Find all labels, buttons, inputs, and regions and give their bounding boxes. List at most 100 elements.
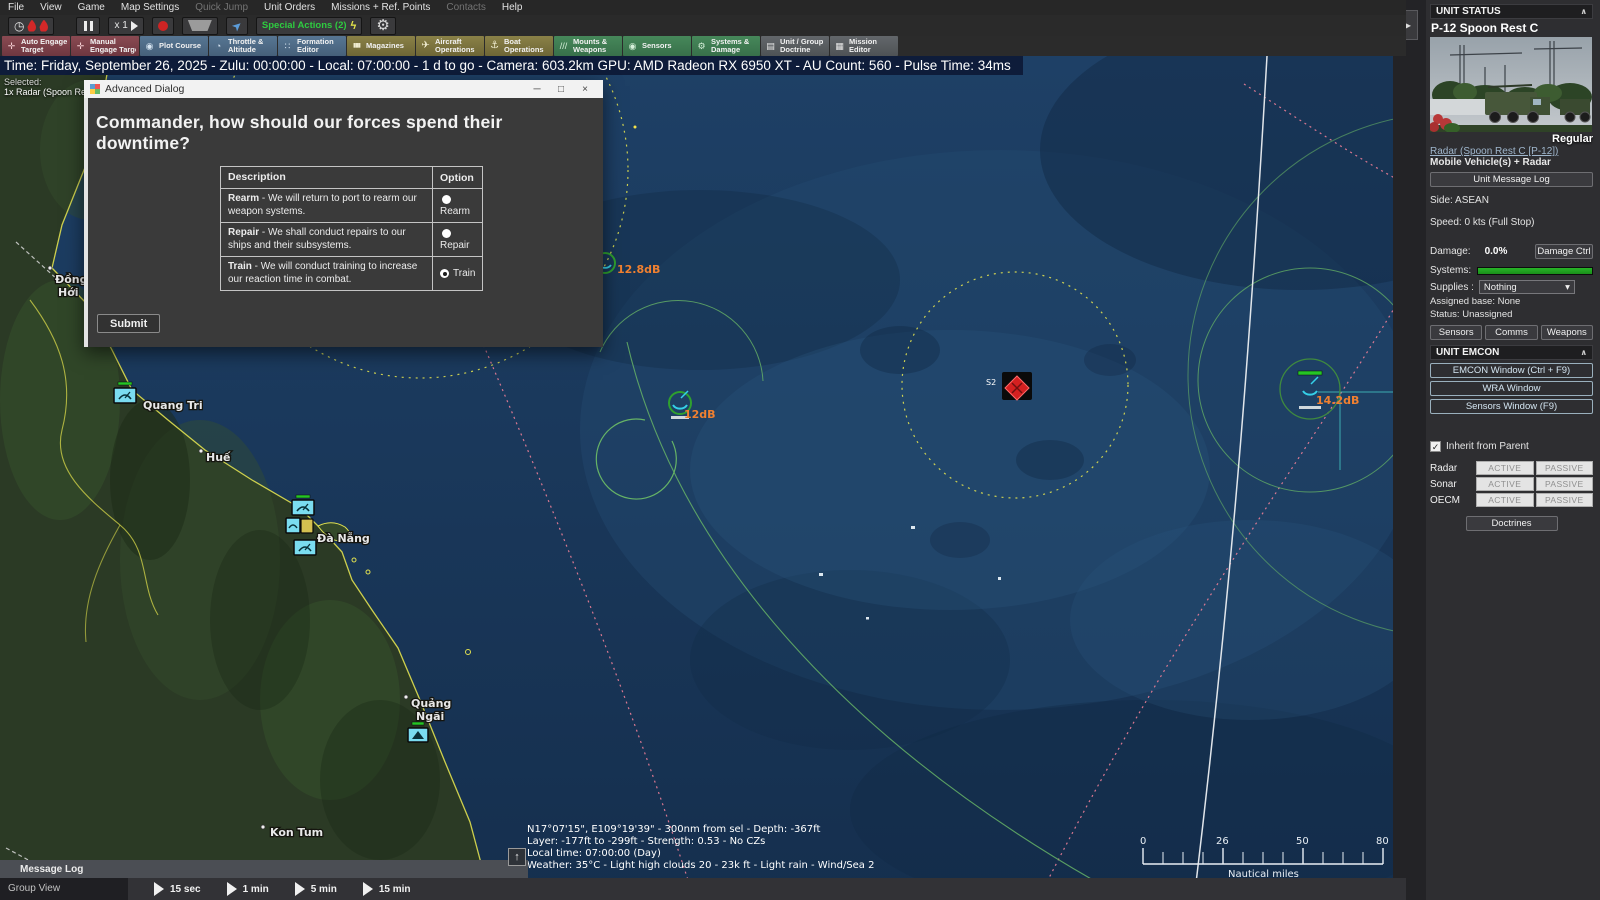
time-compression-group[interactable]: ◷: [8, 17, 54, 35]
speed-button[interactable]: x 1: [108, 17, 143, 35]
group-view-button[interactable]: Group View: [0, 878, 128, 900]
oecm-active-button[interactable]: ACTIVE: [1476, 493, 1534, 507]
systems-health-bar: [1477, 267, 1593, 275]
special-actions-button[interactable]: Special Actions (2) ϟ: [256, 17, 362, 35]
message-log-bar[interactable]: Message Log: [0, 860, 528, 878]
menu-game[interactable]: Game: [70, 0, 113, 15]
mission-editor-button[interactable]: ▦ MissionEditor: [830, 36, 898, 56]
train-radio-label: Train: [453, 268, 475, 279]
repair-radio-label: Repair: [440, 240, 475, 251]
plot-course-icon: ◉: [143, 42, 156, 51]
emcon-oecm-label: OECM: [1430, 495, 1474, 506]
inherit-checkbox[interactable]: ✓: [1430, 441, 1441, 452]
sensors-button[interactable]: ◉ Sensors: [623, 36, 691, 56]
menu-help[interactable]: Help: [494, 0, 531, 15]
dialog-titlebar[interactable]: Advanced Dialog ─ □ ×: [84, 80, 603, 98]
unit-group-doctrine-button[interactable]: ▤ Unit / GroupDoctrine: [761, 36, 829, 56]
unit-status-panel: ▶ UNIT STATUS ∧ P-12 Spoon Rest C: [1393, 0, 1600, 900]
radar-passive-button[interactable]: PASSIVE: [1536, 461, 1594, 475]
submit-button[interactable]: Submit: [97, 314, 160, 333]
damage-ctrl-button[interactable]: Damage Ctrl: [1535, 244, 1593, 259]
menu-view[interactable]: View: [32, 0, 70, 15]
aircraft-operations-button[interactable]: ✈ AircraftOperations: [416, 36, 484, 56]
unit-emcon-header[interactable]: UNIT EMCON ∧: [1430, 345, 1593, 360]
repair-radio[interactable]: [442, 229, 451, 238]
systems-gear-icon: ⚙: [695, 42, 708, 51]
damage-value: 0.0%: [1485, 246, 1535, 257]
formation-editor-button[interactable]: ∷ FormationEditor: [278, 36, 346, 56]
lightning-icon: ϟ: [351, 20, 357, 32]
plot-course-button[interactable]: ◉ Plot Course: [140, 36, 208, 56]
mounts-weapons-button[interactable]: /// Mounts &Weapons: [554, 36, 622, 56]
play-icon: [131, 21, 138, 31]
sonar-active-button[interactable]: ACTIVE: [1476, 477, 1534, 491]
emcon-row-radar: Radar ACTIVE PASSIVE: [1430, 461, 1593, 475]
dialog-app-icon: [90, 84, 100, 94]
proficiency-badge: Regular: [1430, 133, 1593, 145]
unit-status-header[interactable]: UNIT STATUS ∧: [1430, 4, 1593, 19]
interval-1min-button[interactable]: 1 min: [227, 878, 269, 900]
sensors-window-button[interactable]: Sensors Window (F9): [1430, 399, 1593, 414]
emcon-grid: Radar ACTIVE PASSIVE Sonar ACTIVE PASSIV…: [1430, 461, 1593, 507]
radar-active-button[interactable]: ACTIVE: [1476, 461, 1534, 475]
interval-5min-button[interactable]: 5 min: [295, 878, 337, 900]
play-small-icon-4: [363, 882, 373, 896]
systems-damage-button[interactable]: ⚙ Systems &Damage: [692, 36, 760, 56]
pause-icon: [84, 21, 87, 31]
menu-missions-ref-points[interactable]: Missions + Ref. Points: [323, 0, 438, 15]
menu-unit-orders[interactable]: Unit Orders: [256, 0, 323, 15]
close-icon[interactable]: ×: [573, 84, 597, 95]
interval-15sec-button[interactable]: 15 sec: [154, 878, 201, 900]
time-status-text: Time: Friday, September 26, 2025 - Zulu:…: [4, 58, 1011, 73]
throttle-altitude-button[interactable]: ◔ Throttle &Altitude: [209, 36, 277, 56]
emcon-window-button[interactable]: EMCON Window (Ctrl + F9): [1430, 363, 1593, 378]
damage-row: Damage: 0.0% Damage Ctrl: [1430, 244, 1593, 259]
manual-engage-target-button[interactable]: ✛ ManualEngage Target: [71, 36, 139, 56]
city-label-quang-ngai: Quảng: [411, 697, 451, 710]
unit-message-log-button[interactable]: Unit Message Log: [1430, 172, 1593, 187]
menu-map-settings[interactable]: Map Settings: [113, 0, 187, 15]
tab-sensors[interactable]: Sensors: [1430, 325, 1482, 340]
pause-icon-bar2: [90, 21, 93, 31]
interval-15min-button[interactable]: 15 min: [363, 878, 411, 900]
boat-icon: ⚓: [488, 41, 501, 51]
auto-engage-target-button[interactable]: ✛ Auto EngageTarget: [2, 36, 70, 56]
weapons-icon: ///: [557, 42, 570, 51]
minimize-icon[interactable]: ─: [525, 84, 549, 95]
message-log-expand-button[interactable]: ↑: [508, 848, 526, 866]
train-radio[interactable]: [440, 269, 449, 278]
rearm-radio[interactable]: [442, 195, 451, 204]
jump-to-button[interactable]: ➤: [226, 17, 248, 35]
boat-operations-button[interactable]: ⚓ BoatOperations: [485, 36, 553, 56]
flame-icon[interactable]: [27, 20, 36, 32]
record-button[interactable]: [152, 17, 174, 35]
doctrines-button[interactable]: Doctrines: [1466, 516, 1558, 531]
train-desc: - We will conduct training to increase o…: [228, 261, 417, 285]
damage-label: Damage:: [1430, 246, 1471, 257]
city-label-quang-ngai-2: Ngãi: [416, 710, 444, 723]
tab-comms[interactable]: Comms: [1485, 325, 1537, 340]
magazines-button[interactable]: ▮▮▮ Magazines: [347, 36, 415, 56]
app-root: S2 Đồng Hới Quang Tri Huế Đà Nẵng Quảng …: [0, 0, 1600, 900]
pause-button[interactable]: [76, 17, 100, 35]
settings-button[interactable]: ⚙: [370, 17, 395, 35]
flame-icon-2[interactable]: [39, 20, 48, 32]
unit-type: Mobile Vehicle(s) + Radar: [1430, 157, 1593, 168]
column-description: Description: [221, 167, 433, 189]
menu-file[interactable]: File: [0, 0, 32, 15]
dialog-heading: Commander, how should our forces spend t…: [88, 98, 603, 154]
tab-weapons[interactable]: Weapons: [1541, 325, 1593, 340]
unit-tabs: Sensors Comms Weapons: [1430, 325, 1593, 340]
maximize-icon[interactable]: □: [549, 84, 573, 95]
unit-db-link[interactable]: Radar (Spoon Rest C [P-12]): [1430, 146, 1593, 157]
oecm-passive-button[interactable]: PASSIVE: [1536, 493, 1594, 507]
clock-icon[interactable]: ◷: [14, 20, 24, 32]
view-mode-button[interactable]: [182, 17, 218, 35]
emcon-sonar-label: Sonar: [1430, 479, 1474, 490]
manual-engage-icon: ✛: [74, 42, 87, 51]
supplies-dropdown[interactable]: Nothing ▾: [1479, 280, 1575, 294]
wra-window-button[interactable]: WRA Window: [1430, 381, 1593, 396]
collapse-chevron-icon: ∧: [1581, 7, 1588, 16]
sonar-passive-button[interactable]: PASSIVE: [1536, 477, 1594, 491]
up-arrow-icon: ↑: [514, 851, 520, 863]
